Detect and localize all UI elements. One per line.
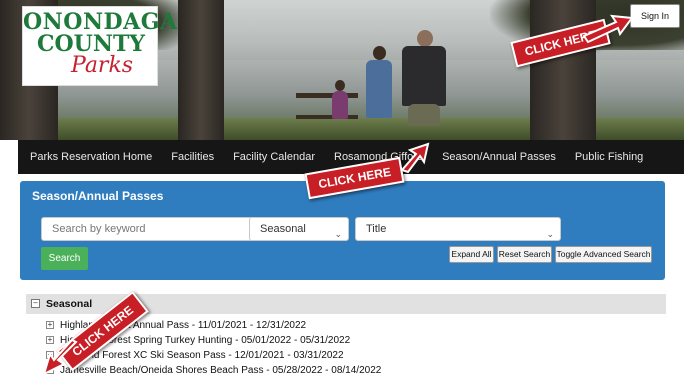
tree-trunk	[178, 0, 224, 140]
expand-all-button[interactable]: Expand All	[449, 246, 494, 263]
arrow-icon	[582, 14, 634, 44]
list-item-label: Highland Forest XC Ski Season Pass - 12/…	[60, 350, 344, 361]
list-item-label: Jamesville Beach/Oneida Shores Beach Pas…	[60, 365, 382, 376]
type-select-value: Seasonal	[260, 223, 306, 235]
arrow-icon	[42, 338, 78, 376]
nav-item-public-fishing[interactable]: Public Fishing	[575, 151, 643, 163]
park-bench	[296, 93, 358, 119]
arrow-icon	[400, 142, 430, 174]
list-item[interactable]: +Jamesville Beach/Oneida Shores Beach Pa…	[46, 365, 381, 376]
child-figure	[332, 91, 348, 119]
nav-item-facility-calendar[interactable]: Facility Calendar	[233, 151, 315, 163]
adult-figure	[417, 30, 433, 47]
nav-item-season-annual-passes[interactable]: Season/Annual Passes	[442, 151, 556, 163]
nav-item-facilities[interactable]: Facilities	[171, 151, 214, 163]
child-figure	[366, 60, 392, 118]
logo-text: Parks	[71, 53, 134, 78]
child-figure	[335, 80, 345, 91]
reset-search-button[interactable]: Reset Search	[497, 246, 552, 263]
sign-in-button[interactable]: Sign In	[630, 4, 680, 28]
onondaga-county-parks-logo[interactable]: ONONDAGA COUNTY Parks	[22, 6, 177, 86]
sort-select[interactable]: Title ⌄	[355, 217, 561, 241]
search-input[interactable]: Search by keyword	[41, 217, 261, 241]
chevron-down-icon: ⌄	[546, 229, 554, 239]
collapse-icon[interactable]: –	[31, 299, 40, 308]
adult-figure	[408, 104, 440, 126]
panel-title: Season/Annual Passes	[32, 189, 164, 203]
sort-select-value: Title	[366, 223, 387, 235]
expand-icon[interactable]: +	[46, 321, 54, 330]
adult-figure	[402, 46, 446, 106]
search-panel: Season/Annual Passes Search by keyword S…	[20, 181, 665, 280]
type-select[interactable]: Seasonal ⌄	[249, 217, 349, 241]
nav-item-parks-reservation-home[interactable]: Parks Reservation Home	[30, 151, 152, 163]
chevron-down-icon: ⌄	[334, 229, 342, 239]
group-title: Seasonal	[46, 298, 93, 310]
toggle-advanced-search-button[interactable]: Toggle Advanced Search	[555, 246, 652, 263]
child-figure	[373, 46, 386, 60]
search-button[interactable]: Search	[41, 247, 88, 270]
